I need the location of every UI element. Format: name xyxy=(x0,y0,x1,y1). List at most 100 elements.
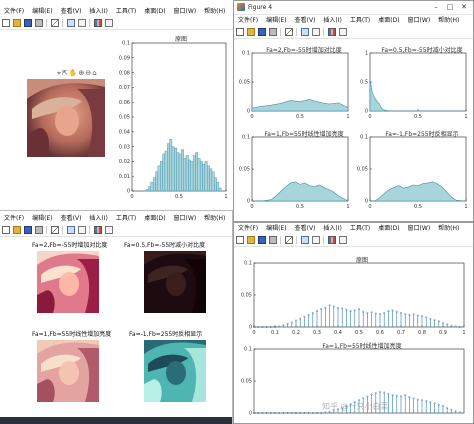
save-icon[interactable] xyxy=(24,19,32,27)
menu-file[interactable]: 文件(F) xyxy=(0,6,28,17)
save-icon[interactable] xyxy=(24,226,32,234)
print-icon[interactable] xyxy=(269,236,277,244)
image-title-increase-brightness: Fa=1,Fb=55时线性增加亮度 xyxy=(32,331,112,338)
property-inspector-icon[interactable] xyxy=(105,226,113,234)
menu-edit[interactable]: 编辑(E) xyxy=(28,6,56,17)
save-icon[interactable] xyxy=(258,28,266,36)
open-file-icon[interactable] xyxy=(247,236,255,244)
taskbar-strip xyxy=(0,417,232,424)
menu-window[interactable]: 窗口(W) xyxy=(170,6,201,17)
new-figure-icon[interactable] xyxy=(2,19,10,27)
menu-insert[interactable]: 插入(I) xyxy=(319,223,345,234)
menu-tools[interactable]: 工具(T) xyxy=(112,6,140,17)
menu-view[interactable]: 查看(V) xyxy=(57,6,86,17)
link-plot-icon[interactable] xyxy=(94,19,102,27)
maximize-icon[interactable]: □ xyxy=(443,1,457,14)
title-bar: Figure 4 – □ ✕ xyxy=(234,1,473,15)
link-plot-icon[interactable] xyxy=(328,28,336,36)
insert-colorbar-icon[interactable] xyxy=(301,236,309,244)
menu-tools[interactable]: 工具(T) xyxy=(346,15,374,26)
menu-tools[interactable]: 工具(T) xyxy=(112,213,140,224)
histogram-plot: 0 0.5 1 0 0.05 0.1 xyxy=(239,51,350,120)
figure-window-stem: 文件(F) 编辑(E) 查看(V) 插入(I) 工具(T) 桌面(D) 窗口(W) 帮助(H)… xyxy=(233,222,474,424)
y-tick-label: 0.1 xyxy=(244,261,252,267)
insert-legend-icon[interactable] xyxy=(78,19,86,27)
menu-edit[interactable]: 编辑(E) xyxy=(262,15,290,26)
menu-desktop[interactable]: 桌面(D) xyxy=(374,15,403,26)
print-icon[interactable] xyxy=(35,19,43,27)
menu-edit[interactable]: 编辑(E) xyxy=(28,213,56,224)
save-icon[interactable] xyxy=(258,236,266,244)
menu-insert[interactable]: 插入(I) xyxy=(319,15,345,26)
open-file-icon[interactable] xyxy=(13,226,21,234)
menu-window[interactable]: 窗口(W) xyxy=(170,213,201,224)
edit-plot-icon[interactable] xyxy=(285,28,293,36)
y-tick-label: 0.08 xyxy=(119,70,130,76)
x-tick-label: 1 xyxy=(462,330,465,336)
new-figure-icon[interactable] xyxy=(236,236,244,244)
menu-desktop[interactable]: 桌面(D) xyxy=(140,213,169,224)
close-icon[interactable]: ✕ xyxy=(457,1,471,14)
figure-toolbar xyxy=(234,235,473,247)
pan-icon[interactable]: ✋ xyxy=(69,69,79,77)
x-tick-label: 0 xyxy=(252,330,255,336)
menu-insert[interactable]: 插入(I) xyxy=(85,213,111,224)
menu-insert[interactable]: 插入(I) xyxy=(85,6,111,17)
property-inspector-icon[interactable] xyxy=(339,236,347,244)
link-plot-icon[interactable] xyxy=(328,236,336,244)
y-tick-label: 0.02 xyxy=(119,159,130,165)
edit-plot-icon[interactable] xyxy=(51,226,59,234)
home-icon[interactable]: ⌂ xyxy=(92,69,97,77)
histogram-bar xyxy=(152,177,156,192)
insert-colorbar-icon[interactable] xyxy=(67,19,75,27)
print-icon[interactable] xyxy=(269,28,277,36)
histogram-bar xyxy=(209,168,213,192)
new-figure-icon[interactable] xyxy=(2,226,10,234)
image-title-decrease-contrast: Fa=0.5,Fb=-55时减小对比度 xyxy=(124,242,206,249)
x-tick-label: 1 xyxy=(464,114,467,120)
open-file-icon[interactable] xyxy=(247,28,255,36)
menu-edit[interactable]: 编辑(E) xyxy=(262,223,290,234)
menu-window[interactable]: 窗口(W) xyxy=(404,15,435,26)
insert-colorbar-icon[interactable] xyxy=(301,28,309,36)
histogram-bar xyxy=(155,171,159,192)
link-plot-icon[interactable] xyxy=(94,226,102,234)
menu-help[interactable]: 帮助(H) xyxy=(434,15,463,26)
x-tick-label: 0.2 xyxy=(292,330,300,336)
toolbar-separator xyxy=(280,236,281,244)
histogram-bar xyxy=(150,181,154,192)
insert-legend-icon[interactable] xyxy=(312,28,320,36)
property-inspector-icon[interactable] xyxy=(339,28,347,36)
insert-colorbar-icon[interactable] xyxy=(67,226,75,234)
print-icon[interactable] xyxy=(35,226,43,234)
data-tip-icon[interactable]: ⇱ xyxy=(62,69,69,77)
figure-window-4: Figure 4 – □ ✕ 文件(F) 编辑(E) 查看(V) 插入(I) 工具(T)… xyxy=(233,0,474,222)
minimize-icon[interactable]: – xyxy=(429,1,443,14)
edit-plot-icon[interactable] xyxy=(285,236,293,244)
menu-file[interactable]: 文件(F) xyxy=(0,213,28,224)
histogram-plot: 0 0.5 1 0 0.05 0.1 xyxy=(357,135,468,210)
menu-help[interactable]: 帮助(H) xyxy=(200,213,229,224)
menu-file[interactable]: 文件(F) xyxy=(234,223,262,234)
new-figure-icon[interactable] xyxy=(236,28,244,36)
menu-desktop[interactable]: 桌面(D) xyxy=(374,223,403,234)
toolbar-separator xyxy=(323,236,324,244)
menu-desktop[interactable]: 桌面(D) xyxy=(140,6,169,17)
menu-view[interactable]: 查看(V) xyxy=(291,15,320,26)
menu-view[interactable]: 查看(V) xyxy=(291,223,320,234)
property-inspector-icon[interactable] xyxy=(105,19,113,27)
insert-legend-icon[interactable] xyxy=(312,236,320,244)
toolbar-separator xyxy=(296,28,297,36)
menu-help[interactable]: 帮助(H) xyxy=(434,223,463,234)
menu-help[interactable]: 帮助(H) xyxy=(200,6,229,17)
menu-bar: 文件(F) 编辑(E) 查看(V) 插入(I) 工具(T) 桌面(D) 窗口(W) 帮助(H) xyxy=(234,223,473,234)
menu-window[interactable]: 窗口(W) xyxy=(404,223,435,234)
menu-tools[interactable]: 工具(T) xyxy=(346,223,374,234)
figure-toolbar xyxy=(0,225,232,237)
insert-legend-icon[interactable] xyxy=(78,226,86,234)
menu-file[interactable]: 文件(F) xyxy=(234,15,262,26)
open-file-icon[interactable] xyxy=(13,19,21,27)
axes-toolbar: ⌖⇱✋⊕⊖⌂ xyxy=(57,69,98,78)
edit-plot-icon[interactable] xyxy=(51,19,59,27)
menu-view[interactable]: 查看(V) xyxy=(57,213,86,224)
